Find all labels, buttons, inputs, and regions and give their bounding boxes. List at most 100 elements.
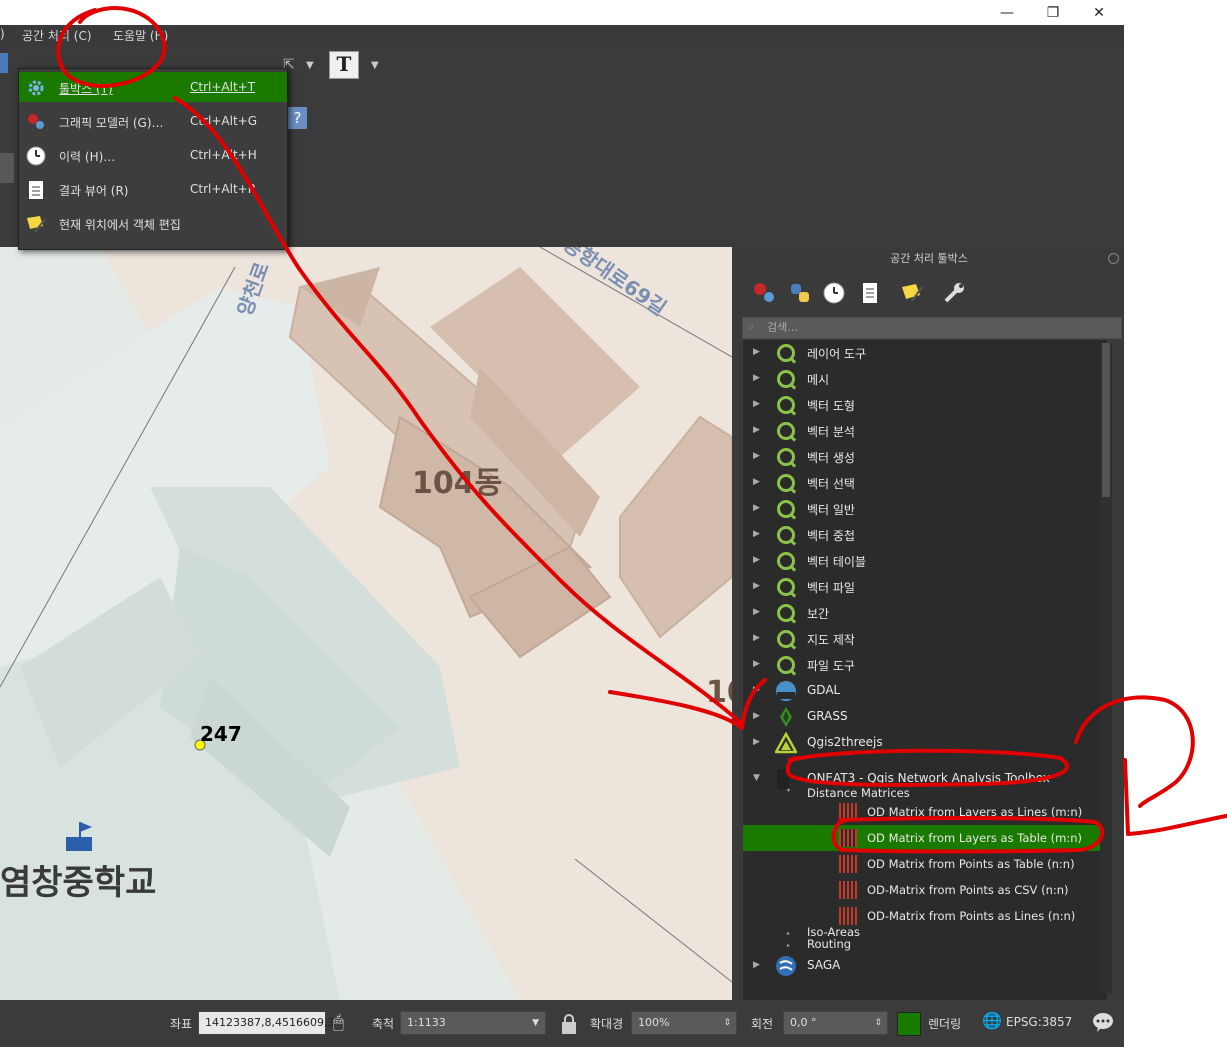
- clock-icon[interactable]: [822, 281, 846, 305]
- menu-item-shortcut: Ctrl+Alt+T: [190, 80, 256, 94]
- menu-item-edit-features[interactable]: 현재 위치에서 객체 편집: [19, 208, 287, 238]
- maximize-button[interactable]: ❐: [1030, 0, 1076, 25]
- graphical-modeler-icon[interactable]: [752, 281, 776, 305]
- tree-row-provider[interactable]: ▶ 벡터 파일: [743, 574, 1107, 600]
- tree-row-provider[interactable]: ▶ 지도 제작: [743, 626, 1107, 652]
- magnifier-spinbox[interactable]: 100% ⇕: [631, 1011, 737, 1035]
- tree-row-provider[interactable]: ▶ 벡터 중첩: [743, 522, 1107, 548]
- tree-label-qneat3: QNEAT3 - Qgis Network Analysis Toolbox: [807, 771, 1050, 785]
- expand-arrow-icon[interactable]: ▶: [753, 347, 760, 357]
- lock-icon[interactable]: [560, 1013, 578, 1035]
- toolbar-edge-icon-2[interactable]: [0, 153, 14, 183]
- tree-item-od-points-csv[interactable]: OD-Matrix from Points as CSV (n:n): [743, 877, 1107, 903]
- expand-arrow-icon[interactable]: ▶: [753, 711, 760, 721]
- tree-row-provider[interactable]: ▶ 레이어 도구: [743, 340, 1107, 366]
- menu-item-results-viewer[interactable]: 결과 뷰어 (R) Ctrl+Alt+R: [19, 174, 287, 204]
- expand-arrow-icon[interactable]: ▸: [787, 942, 790, 949]
- rotation-label: 회전: [751, 1017, 774, 1031]
- messages-icon[interactable]: [1092, 1011, 1114, 1033]
- qgis-icon: [777, 604, 795, 622]
- expand-arrow-icon[interactable]: ▶: [753, 581, 760, 591]
- tree-row-qneat3[interactable]: ▼ QNEAT3 - Qgis Network Analysis Toolbox: [743, 766, 1107, 792]
- scrollbar-thumb[interactable]: [1102, 343, 1110, 497]
- menu-item-graphical-modeler[interactable]: 그래픽 모델러 (G)… Ctrl+Alt+G: [19, 106, 287, 136]
- expand-arrow-icon[interactable]: ▶: [753, 425, 760, 435]
- menu-item-history[interactable]: 이력 (H)… Ctrl+Alt+H: [19, 140, 287, 170]
- expand-arrow-icon[interactable]: ▶: [753, 659, 760, 669]
- tree-label: 파일 도구: [807, 659, 855, 673]
- expand-arrow-icon[interactable]: ▶: [753, 399, 760, 409]
- expand-arrow-icon[interactable]: ▶: [753, 607, 760, 617]
- text-annotation-button[interactable]: T: [329, 51, 359, 79]
- tree-item-od-points-lines[interactable]: OD-Matrix from Points as Lines (n:n): [743, 903, 1107, 929]
- tree-label-saga: SAGA: [807, 958, 841, 972]
- tree-row-provider[interactable]: ▶ 벡터 도형: [743, 392, 1107, 418]
- crs-button[interactable]: EPSG:3857: [1006, 1015, 1072, 1029]
- expand-arrow-icon[interactable]: ▶: [753, 737, 760, 747]
- tree-row-saga[interactable]: ▶ SAGA: [743, 953, 1107, 979]
- tree-scrollbar[interactable]: [1100, 343, 1112, 993]
- magnifier-label: 확대경: [590, 1017, 624, 1031]
- collapse-arrow-icon[interactable]: ▼: [753, 773, 760, 783]
- expand-arrow-icon[interactable]: ▶: [753, 633, 760, 643]
- expand-arrow-icon[interactable]: ▶: [753, 451, 760, 461]
- scale-combobox[interactable]: 1:1133 ▼: [400, 1011, 546, 1035]
- expand-arrow-icon[interactable]: ▸: [787, 930, 790, 937]
- algorithm-tree[interactable]: ▶ 레이어 도구 ▶ 메시 ▶ 벡터 도형 ▶ 벡터 분석 ▶ 벡터 생성 ▶ 벡터 선택 ▶ 벡터 일반…: [743, 340, 1107, 1000]
- tree-item-od-points-table[interactable]: OD Matrix from Points as Table (n:n): [743, 851, 1107, 877]
- expand-arrow-icon[interactable]: ▶: [753, 529, 760, 539]
- rotation-value: 0,0 °: [790, 1016, 817, 1029]
- menu-item-toolbox[interactable]: 툴박스 (T) Ctrl+Alt+T: [19, 72, 287, 102]
- tree-row-provider[interactable]: ▶ 보간: [743, 600, 1107, 626]
- tree-row-provider[interactable]: ▶ 벡터 분석: [743, 418, 1107, 444]
- globe-icon[interactable]: 🌐: [982, 1011, 1002, 1030]
- rotation-spinbox[interactable]: 0,0 ° ⇕: [783, 1011, 888, 1035]
- close-dock-icon[interactable]: [1108, 253, 1119, 264]
- qgis-icon: [777, 344, 795, 362]
- tree-group-routing[interactable]: Routing: [807, 937, 851, 951]
- tree-row-provider[interactable]: ▶ 메시: [743, 366, 1107, 392]
- document-icon[interactable]: [858, 281, 882, 305]
- tree-row-provider[interactable]: ▶ 파일 도구: [743, 652, 1107, 678]
- search-input[interactable]: 검색…: [742, 317, 1122, 339]
- tree-row-provider[interactable]: ▶ 벡터 일반: [743, 496, 1107, 522]
- wrench-icon[interactable]: [942, 281, 966, 305]
- expand-arrow-icon[interactable]: ▶: [753, 477, 760, 487]
- mouse-pointer-icon[interactable]: 🖱: [333, 1012, 344, 1033]
- tree-row-provider[interactable]: ▶ Qgis2threejs: [743, 730, 1107, 756]
- gear-icon: [28, 80, 44, 96]
- tree-row-provider[interactable]: ▶ 벡터 테이블: [743, 548, 1107, 574]
- coordinate-field[interactable]: 14123387,8,4516609,3: [198, 1011, 334, 1035]
- tree-row-provider[interactable]: ▶ 벡터 선택: [743, 470, 1107, 496]
- tree-row-provider[interactable]: ▶ 벡터 생성: [743, 444, 1107, 470]
- toolbar-edge-icon[interactable]: [0, 53, 8, 73]
- tree-row-provider[interactable]: ▶ GDAL: [743, 678, 1107, 704]
- spin-arrows-icon[interactable]: ⇕: [874, 1012, 882, 1034]
- expand-arrow-icon[interactable]: ▶: [753, 373, 760, 383]
- menu-processing[interactable]: 공간 처리 (C): [22, 27, 92, 44]
- chevron-down-icon[interactable]: ▼: [306, 60, 314, 71]
- edit-features-icon[interactable]: [900, 281, 924, 305]
- magnifier-value: 100%: [638, 1016, 670, 1029]
- tree-group-distance-matrices[interactable]: Distance Matrices: [807, 786, 910, 800]
- tree-item-od-lines[interactable]: OD Matrix from Layers as Lines (m:n): [743, 799, 1107, 825]
- chevron-down-icon[interactable]: ▼: [371, 60, 379, 71]
- expand-arrow-icon[interactable]: ▶: [753, 555, 760, 565]
- tree-item-od-table-selected[interactable]: OD Matrix from Layers as Table (m:n): [743, 825, 1107, 851]
- spin-arrows-icon[interactable]: ⇕: [723, 1012, 731, 1034]
- expand-arrow-icon[interactable]: ▶: [753, 960, 760, 970]
- tree-row-provider[interactable]: ▶ GRASS: [743, 704, 1107, 730]
- minimize-button[interactable]: —: [984, 0, 1030, 25]
- python-icon[interactable]: [788, 281, 812, 305]
- render-checkbox[interactable]: [897, 1012, 921, 1036]
- map-canvas[interactable]: 양천로 공항대로69길 104동 10 247 염창중학교: [0, 247, 732, 1000]
- tree-label: 벡터 도형: [807, 399, 855, 413]
- close-button[interactable]: ✕: [1076, 0, 1122, 25]
- chevron-down-icon[interactable]: ▼: [532, 1012, 539, 1034]
- expand-arrow-icon[interactable]: ▶: [753, 503, 760, 513]
- help-button[interactable]: ?: [288, 107, 307, 129]
- collapse-arrow-icon[interactable]: ▾: [787, 787, 790, 794]
- menu-help[interactable]: 도움말 (H): [113, 27, 168, 44]
- expand-arrow-icon[interactable]: ▶: [753, 685, 760, 695]
- menu-fragment[interactable]: ): [0, 27, 5, 41]
